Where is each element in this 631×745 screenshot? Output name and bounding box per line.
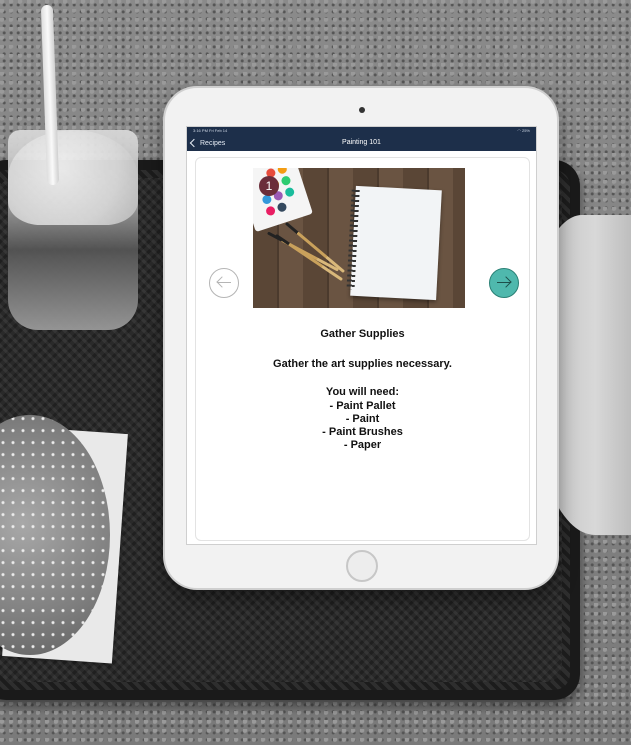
step-description: Gather the art supplies necessary.	[273, 358, 452, 370]
tablet-device: 3:16 PM Fri Feb 14 ◠ 25% Recipes Paintin…	[165, 88, 557, 588]
next-step-button[interactable]	[489, 268, 519, 298]
sketchbook-image	[346, 185, 442, 301]
camera-icon	[359, 107, 365, 113]
list-item: - Paint Pallet	[329, 400, 396, 412]
status-bar: 3:16 PM Fri Feb 14 ◠ 25%	[187, 127, 536, 135]
battery-text: 25%	[521, 128, 530, 133]
list-item: - Paint Brushes	[322, 426, 403, 438]
step-image: 1	[253, 168, 465, 308]
app-screen: 3:16 PM Fri Feb 14 ◠ 25% Recipes Paintin…	[186, 126, 537, 545]
page-title: Painting 101	[342, 139, 381, 146]
supplies-heading: You will need:	[325, 386, 400, 398]
photo-scene: 3:16 PM Fri Feb 14 ◠ 25% Recipes Paintin…	[0, 0, 631, 745]
supply-list: - Paint Pallet - Paint - Paint Brushes -…	[196, 400, 529, 452]
list-item: - Paint	[345, 413, 380, 425]
step-title: Gather Supplies	[320, 328, 405, 340]
ice-cream-top	[8, 130, 138, 225]
navigation-bar: Recipes Painting 101	[187, 135, 536, 151]
ice-cream-cup	[8, 130, 138, 330]
status-time: 3:16 PM Fri Feb 14	[193, 128, 228, 133]
list-item: - Paper	[343, 439, 382, 451]
status-battery: ◠ 25%	[517, 127, 530, 135]
step-card: 1 Gather Supplies Gather the art supplie…	[195, 157, 530, 541]
home-button[interactable]	[346, 550, 378, 582]
step-number-badge: 1	[259, 176, 279, 196]
previous-step-button[interactable]	[209, 268, 239, 298]
